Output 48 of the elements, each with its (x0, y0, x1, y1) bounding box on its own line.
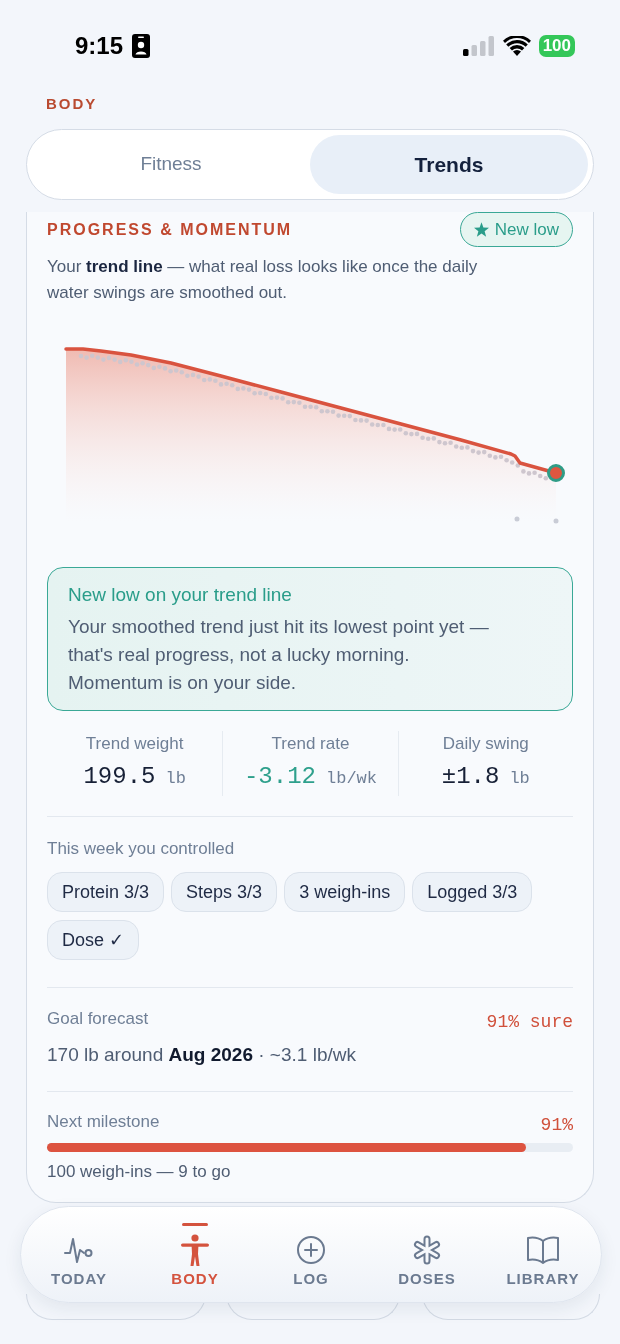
stat-value: ±1.8 (441, 762, 500, 792)
plus-circle-icon (296, 1235, 326, 1265)
pulse-icon (64, 1236, 94, 1264)
stat-value: -3.12 (243, 762, 316, 792)
segment-tab[interactable]: Fitness (32, 135, 310, 194)
nav-tab[interactable]: LIBRARY (506, 1232, 580, 1288)
nav-tab[interactable]: BODY (171, 1232, 219, 1288)
card-description: Your trend line — what real loss looks like once the daily water swings are smoothed out. (47, 256, 479, 304)
habit-chip: Steps 3/3 (171, 872, 278, 912)
axis-marker-dot (514, 516, 520, 522)
nav-tab[interactable]: DOSES (398, 1232, 456, 1288)
forecast-summary: 170 lb around Aug 2026 · ~3.1 lb/wk (47, 1043, 357, 1067)
stat-value: 199.5 (83, 762, 156, 792)
habit-chip: 3 weigh-ins (284, 872, 406, 912)
milestone-label: Next milestone (47, 1111, 160, 1133)
habit-chip: Dose ✓ (47, 920, 140, 960)
forecast-confidence: 91% sure (486, 1011, 573, 1034)
stat-unit: lb/wk (326, 768, 377, 790)
book-icon (526, 1235, 560, 1265)
stat-unit: lb (509, 768, 530, 790)
star-icon (473, 222, 489, 237)
stat-label: Trend weight (85, 733, 184, 755)
axis-marker-dot (553, 518, 559, 524)
signal-icon (462, 36, 495, 56)
section-title: BODY (45, 94, 99, 114)
habit-chip: Protein 3/3 (47, 872, 165, 912)
battery-indicator: 100 (538, 35, 575, 57)
milestone-percent: 91% (540, 1114, 573, 1137)
forecast-label: Goal forecast (47, 1008, 149, 1030)
nav-tab[interactable]: LOG (293, 1232, 329, 1288)
card-title: PROGRESS & MOMENTUM (47, 219, 293, 240)
latest-point-marker (547, 464, 565, 482)
stat-label: Daily swing (442, 733, 529, 755)
milestone-caption: 100 weigh-ins — 9 to go (47, 1161, 232, 1183)
habit-chip: Logged 3/3 (412, 872, 533, 912)
nav-tab[interactable]: TODAY (51, 1232, 107, 1288)
badge-label: New low (494, 218, 559, 241)
stat-unit: lb (165, 768, 186, 790)
status-time: 9:15 (75, 34, 124, 58)
wifi-icon (502, 36, 531, 56)
week-heading: This week you controlled (47, 838, 236, 860)
person-icon (180, 1233, 210, 1267)
callout-body: Your smoothed trend just hit its lowest point yet — that's real progress, not a lucky morning. Momentum is on your side. (68, 615, 490, 695)
callout-title: New low on your trend line (68, 583, 293, 607)
id-card-icon (132, 34, 151, 58)
stat-label: Trend rate (271, 733, 350, 755)
selected-indicator (182, 1223, 208, 1226)
segment-tab[interactable]: Trends (310, 135, 588, 194)
